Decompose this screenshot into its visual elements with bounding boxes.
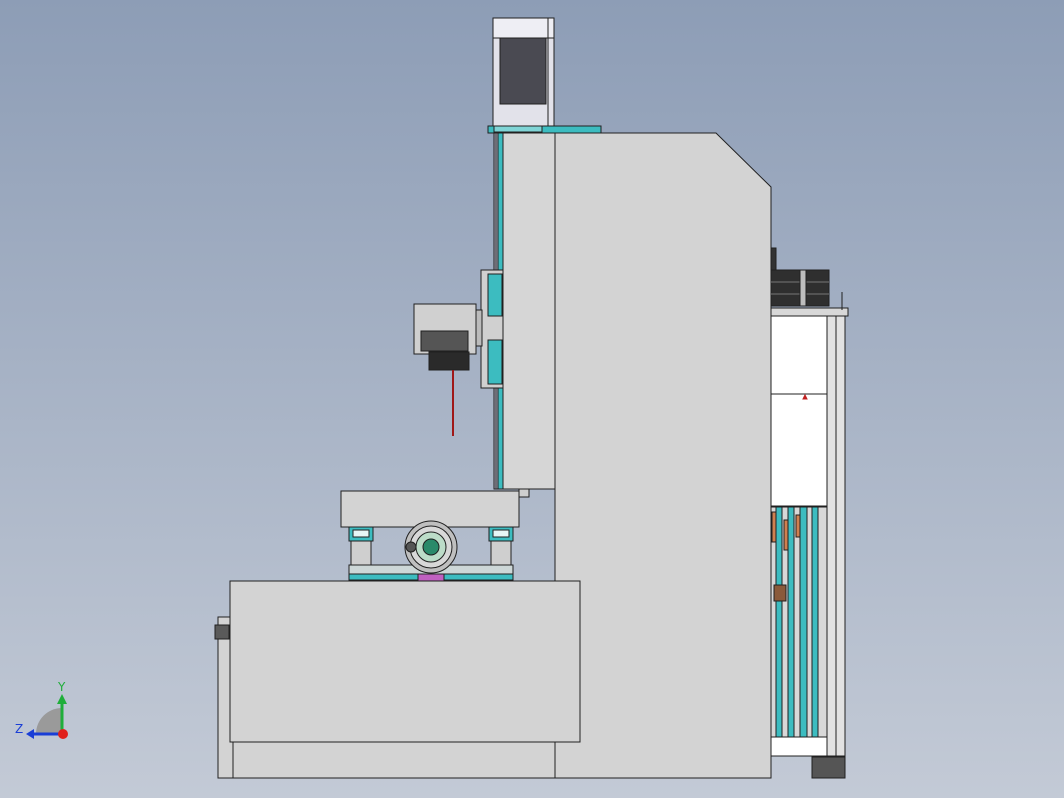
y-axis-arrowhead <box>57 694 67 704</box>
z-axis-arrowhead <box>26 729 34 739</box>
laser-head <box>413 303 477 436</box>
machine-drawing: Y Z <box>15 17 849 779</box>
triad-arc <box>36 708 62 734</box>
y-axis-label: Y <box>57 680 66 694</box>
x-axis-dot <box>58 729 68 739</box>
worktable <box>340 490 520 582</box>
cad-viewport[interactable]: Y Z <box>0 0 1064 798</box>
stepper-motor <box>487 17 602 134</box>
z-axis-label: Z <box>15 722 23 736</box>
orientation-triad: Y Z <box>15 680 68 739</box>
z-carriage <box>475 269 504 389</box>
electrical-cabinet <box>770 247 849 779</box>
